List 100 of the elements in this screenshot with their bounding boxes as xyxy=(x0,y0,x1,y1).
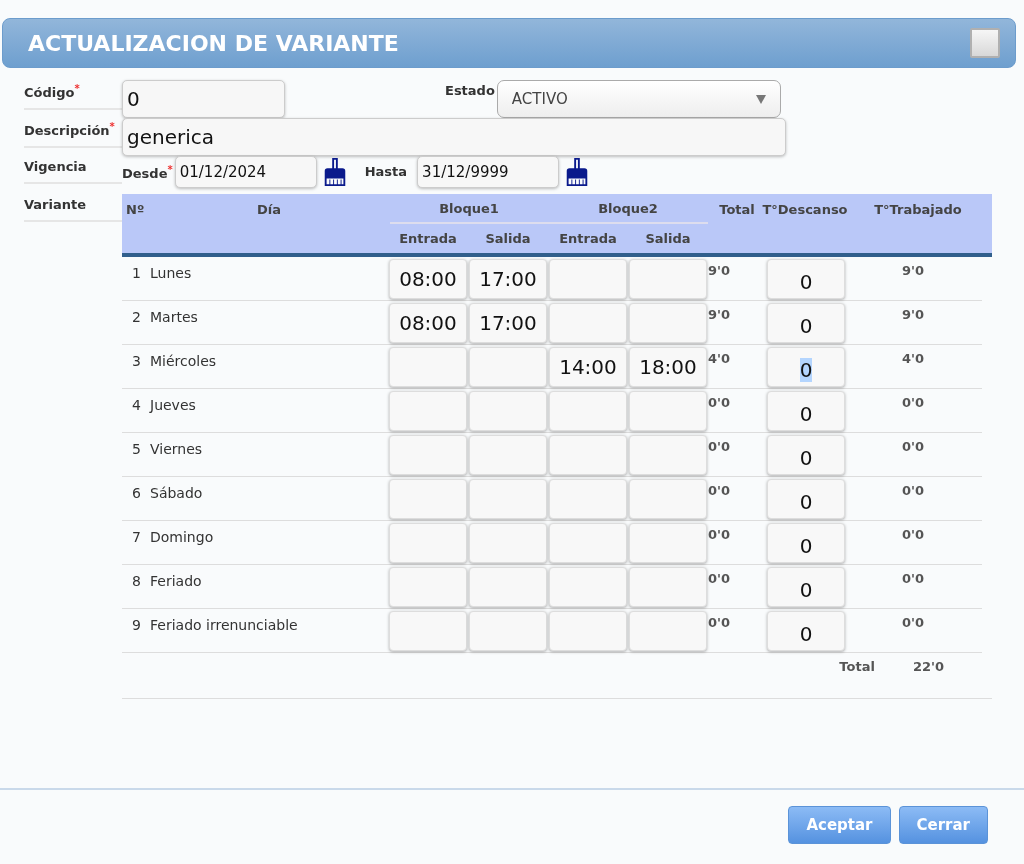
day-name: Feriado xyxy=(150,572,203,591)
time-field[interactable] xyxy=(549,303,627,343)
time-field[interactable] xyxy=(389,567,467,607)
rest-value: 0 xyxy=(799,270,813,294)
total-hours: 0'0 xyxy=(708,394,732,412)
rest-value: 0 xyxy=(799,490,813,514)
time-field[interactable]: 17:00 xyxy=(469,303,547,343)
time-field[interactable] xyxy=(469,611,547,651)
time-field[interactable] xyxy=(389,479,467,519)
field-label: Hasta xyxy=(364,163,408,179)
rest-field[interactable]: 0 xyxy=(767,259,845,299)
row-number: 3 xyxy=(131,352,142,371)
time-field[interactable] xyxy=(389,523,467,563)
day-name: Lunes xyxy=(150,264,193,283)
total-hours: 0'0 xyxy=(708,570,732,588)
rest-field[interactable]: 0 xyxy=(767,479,845,519)
time-field[interactable] xyxy=(629,259,707,299)
time-field[interactable] xyxy=(549,611,627,651)
rest-field[interactable]: 0 xyxy=(767,567,845,607)
day-name: Sábado xyxy=(150,484,204,503)
time-field[interactable] xyxy=(629,611,707,651)
total-hours: 0'0 xyxy=(708,614,732,632)
time-field[interactable] xyxy=(469,479,547,519)
total-hours: 0'0 xyxy=(708,438,732,456)
description-field[interactable]: generica xyxy=(122,118,786,156)
rest-value: 0 xyxy=(799,402,813,426)
rest-value: 0 xyxy=(799,578,813,602)
time-field[interactable] xyxy=(629,391,707,431)
column-header: Salida xyxy=(484,230,532,248)
brush-icon[interactable] xyxy=(565,158,590,186)
row-number: 5 xyxy=(131,440,142,459)
time-field[interactable] xyxy=(549,479,627,519)
time-field[interactable] xyxy=(469,435,547,475)
date-field[interactable]: 01/12/2024 xyxy=(174,156,317,188)
time-field[interactable] xyxy=(549,523,627,563)
time-field[interactable] xyxy=(549,435,627,475)
rest-field[interactable]: 0 xyxy=(767,523,845,563)
worked-hours: 0'0 xyxy=(900,526,926,544)
worked-hours: 4'0 xyxy=(900,350,926,368)
time-field[interactable] xyxy=(629,523,707,563)
day-name: Jueves xyxy=(150,396,197,415)
worked-hours: 0'0 xyxy=(900,482,926,500)
row-number: 4 xyxy=(131,396,142,415)
day-name: Martes xyxy=(150,308,199,327)
rest-value: 0 xyxy=(799,314,813,338)
field-label: Estado xyxy=(445,83,495,98)
column-header: Nº xyxy=(125,200,146,219)
column-header: Bloque2 xyxy=(548,194,708,224)
time-field[interactable] xyxy=(389,391,467,431)
time-field[interactable] xyxy=(469,391,547,431)
day-name: Domingo xyxy=(150,528,215,547)
total-value: 22'0 xyxy=(912,659,944,674)
time-field[interactable] xyxy=(629,567,707,607)
field-label: Desde$^{*}$ xyxy=(122,163,173,182)
total-hours: 4'0 xyxy=(708,350,732,368)
time-field[interactable] xyxy=(389,435,467,475)
rest-field[interactable]: 0 xyxy=(767,435,845,475)
time-field[interactable] xyxy=(629,303,707,343)
column-header: Total xyxy=(718,200,756,219)
time-field[interactable] xyxy=(629,435,707,475)
time-field[interactable]: 18:00 xyxy=(629,347,707,387)
time-field[interactable] xyxy=(629,479,707,519)
time-field[interactable] xyxy=(469,523,547,563)
rest-value: 0 xyxy=(799,534,813,558)
time-field[interactable] xyxy=(549,259,627,299)
column-header: Bloque1 xyxy=(390,194,548,224)
column-header: Salida xyxy=(644,230,692,248)
time-field[interactable]: 14:00 xyxy=(549,347,627,387)
time-field[interactable]: 17:00 xyxy=(469,259,547,299)
code-field[interactable]: 0 xyxy=(122,80,285,118)
date-field[interactable]: 31/12/9999 xyxy=(417,156,560,188)
time-field[interactable] xyxy=(469,347,547,387)
total-label: Total xyxy=(839,659,875,674)
column-header: T°Trabajado xyxy=(873,200,963,219)
rest-field[interactable]: 0 xyxy=(767,611,845,651)
time-field[interactable]: 08:00 xyxy=(389,303,467,343)
brush-icon[interactable] xyxy=(322,158,347,186)
worked-hours: 9'0 xyxy=(900,306,926,324)
status-dropdown[interactable]: ACTIVO xyxy=(496,80,781,118)
row-number: 6 xyxy=(131,484,142,503)
time-field[interactable] xyxy=(549,567,627,607)
window-title: ACTUALIZACION DE VARIANTE xyxy=(28,30,399,56)
worked-hours: 0'0 xyxy=(900,438,926,456)
time-field[interactable] xyxy=(389,611,467,651)
total-hours: 9'0 xyxy=(708,262,732,280)
day-name: Feriado irrenunciable xyxy=(150,616,299,635)
time-field[interactable] xyxy=(549,391,627,431)
rest-field[interactable]: 0 xyxy=(767,303,845,343)
column-header: Entrada xyxy=(558,230,618,248)
day-name: Miércoles xyxy=(150,352,218,371)
time-field[interactable] xyxy=(389,347,467,387)
rest-field[interactable]: 0 xyxy=(767,391,845,431)
rest-value: 0 xyxy=(799,622,813,646)
day-name: Viernes xyxy=(150,440,204,459)
row-number: 7 xyxy=(131,528,142,547)
time-field[interactable]: 08:00 xyxy=(389,259,467,299)
rest-field[interactable]: 0 xyxy=(767,347,845,387)
row-number: 2 xyxy=(131,308,142,327)
window-button[interactable] xyxy=(970,28,1000,58)
time-field[interactable] xyxy=(469,567,547,607)
